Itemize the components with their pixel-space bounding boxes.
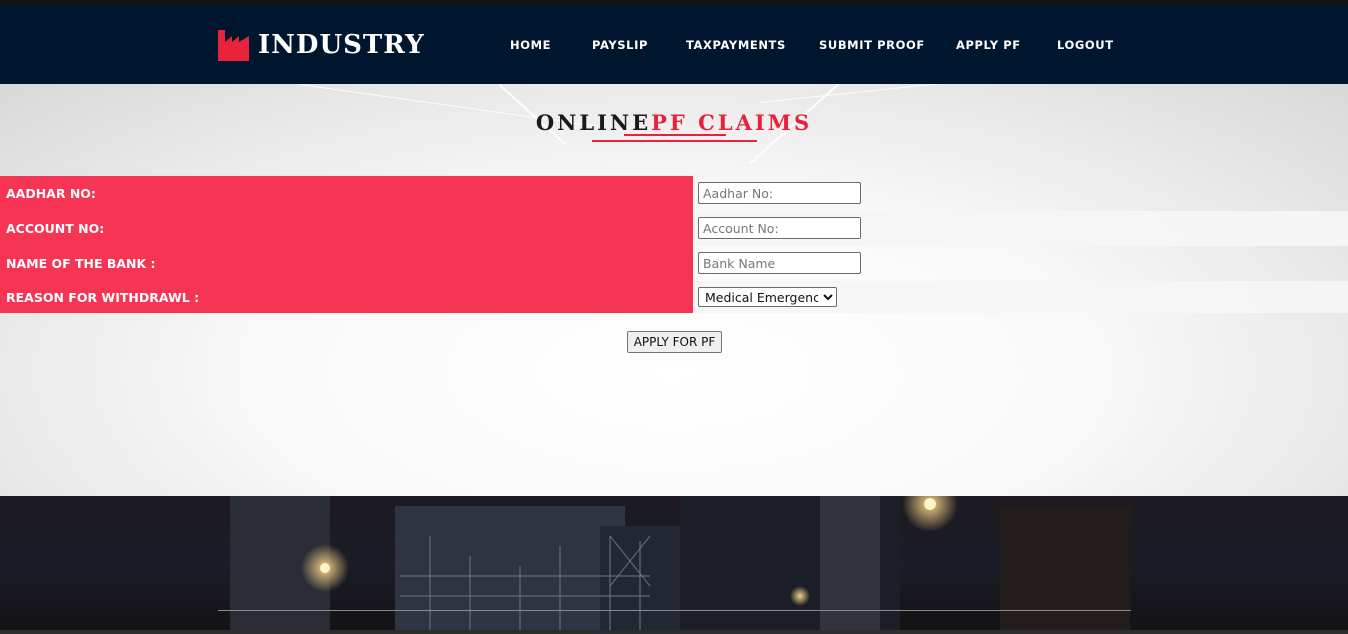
account-input[interactable] xyxy=(698,217,861,239)
bottom-strip xyxy=(0,630,1348,634)
nav-home[interactable]: HOME xyxy=(510,37,551,53)
footer-divider xyxy=(218,610,1131,611)
form-row-account: ACCOUNT NO: xyxy=(0,211,1348,246)
bank-input[interactable] xyxy=(698,252,861,274)
form-row-aadhar: AADHAR NO: xyxy=(0,176,1348,211)
page-title-prefix: ONLINE xyxy=(535,110,652,135)
title-underline-short xyxy=(624,134,726,136)
aadhar-label: AADHAR NO: xyxy=(0,176,693,211)
form-row-reason: REASON FOR WITHDRAWL : Medical Emergency xyxy=(0,281,1348,313)
reason-select[interactable]: Medical Emergency xyxy=(698,287,837,307)
brand-logo[interactable]: INDUSTRY xyxy=(218,30,425,61)
nav-taxpayments[interactable]: TAXPAYMENTS xyxy=(686,37,786,53)
nav-apply-pf[interactable]: APPLY PF xyxy=(956,37,1021,53)
background-ray xyxy=(760,84,1089,103)
industrial-plant-image xyxy=(230,496,1130,634)
site-header: INDUSTRY HOME PAYSLIP TAXPAYMENTS SUBMIT… xyxy=(0,4,1348,84)
reason-label: REASON FOR WITHDRAWL : xyxy=(0,281,693,313)
account-label: ACCOUNT NO: xyxy=(0,211,693,246)
form-row-bank: NAME OF THE BANK : xyxy=(0,246,1348,281)
apply-for-pf-button[interactable]: APPLY FOR PF xyxy=(627,331,722,353)
site-footer xyxy=(0,496,1348,634)
page-title: ONLINEPF CLAIMS xyxy=(0,110,1348,136)
claim-form-section: ONLINEPF CLAIMS AADHAR NO: ACCOUNT NO: N… xyxy=(0,84,1348,496)
nav-submit-proof[interactable]: SUBMIT PROOF xyxy=(819,37,925,53)
nav-payslip[interactable]: PAYSLIP xyxy=(592,37,648,53)
aadhar-input[interactable] xyxy=(698,182,861,204)
factory-icon xyxy=(218,30,249,61)
brand-name: INDUSTRY xyxy=(258,30,425,60)
bank-label: NAME OF THE BANK : xyxy=(0,246,693,281)
title-underline xyxy=(592,140,757,142)
nav-logout[interactable]: LOGOUT xyxy=(1057,37,1114,53)
page-title-highlight: PF CLAIMS xyxy=(651,110,813,135)
